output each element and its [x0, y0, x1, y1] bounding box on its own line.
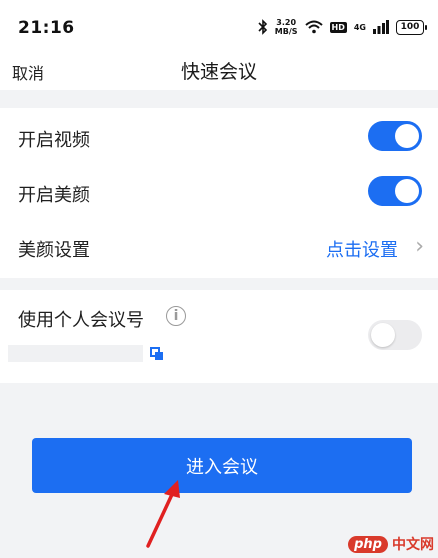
network-speed: 3.20 MB/S	[275, 18, 298, 36]
status-icons: 3.20 MB/S HD 4G 100	[258, 16, 427, 38]
watermark-text: 中文网	[392, 537, 434, 553]
status-time: 21:16	[18, 18, 75, 38]
settings-card: 开启视频 开启美颜 美颜设置 点击设置 › 使用个人会议号 i	[0, 108, 438, 383]
personal-id-toggle[interactable]	[368, 320, 422, 350]
signal-icon	[373, 20, 389, 34]
network-type: 4G	[353, 22, 366, 32]
speed-value: 3.20	[276, 18, 297, 27]
annotation-arrow	[146, 480, 180, 548]
hd-badge: HD	[329, 21, 347, 33]
watermark: php 中文网	[348, 534, 434, 554]
divider	[0, 278, 438, 290]
toggle-knob	[395, 124, 419, 148]
video-toggle[interactable]	[368, 121, 422, 151]
beauty-label: 开启美颜	[18, 185, 90, 206]
status-bar: 21:16 3.20 MB/S HD 4G 100	[0, 0, 438, 54]
page-title: 快速会议	[180, 61, 257, 83]
toggle-knob	[371, 323, 395, 347]
bluetooth-icon	[258, 19, 267, 35]
beauty-settings-link[interactable]: 点击设置	[326, 236, 398, 262]
nav-bar: 取消 快速会议	[0, 54, 438, 90]
wifi-icon	[304, 20, 323, 34]
battery-level: 100	[400, 22, 420, 32]
enter-meeting-button[interactable]: 进入会议	[32, 438, 412, 493]
speed-unit: MB/S	[274, 27, 298, 36]
beauty-settings-label: 美颜设置	[18, 240, 90, 261]
beauty-toggle[interactable]	[368, 176, 422, 206]
video-label: 开启视频	[18, 130, 90, 151]
toggle-knob	[395, 179, 419, 203]
watermark-logo: php	[348, 535, 388, 553]
chevron-right-icon[interactable]: ›	[415, 234, 424, 259]
info-icon[interactable]: i	[166, 306, 186, 326]
battery-icon: 100	[396, 19, 427, 35]
meeting-id-placeholder	[8, 345, 143, 362]
copy-icon[interactable]	[150, 347, 164, 361]
personal-id-label: 使用个人会议号	[18, 310, 144, 331]
